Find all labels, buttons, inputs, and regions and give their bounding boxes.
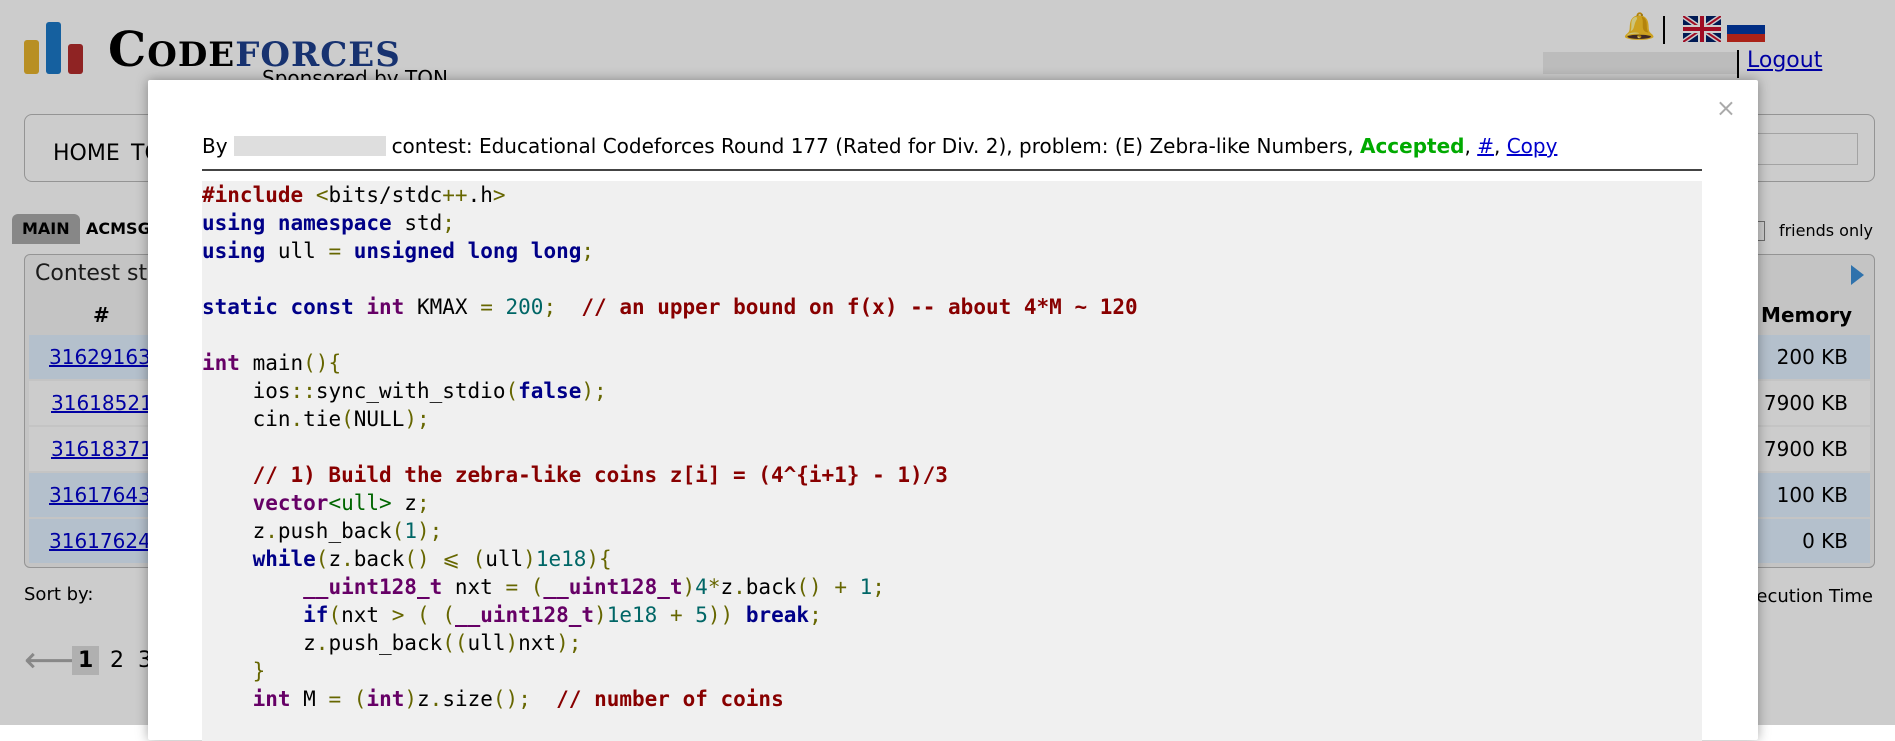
code-line-1: #include <bits/stdc++.h> [202,183,506,207]
code-line-14: while(z.back() ⩽ (ull)1e18){ [252,547,612,571]
code-line-13: z.push_back(1); [202,519,443,543]
code-line-2: using namespace std; [202,211,455,235]
code-line-8: ios::sync_with_stdio(false); [202,379,607,403]
code-line-5: static const int KMAX = 200; // an upper… [202,295,1138,319]
contest-info: contest: Educational Codeforces Round 17… [391,134,1354,158]
code-line-7: int main(){ [202,351,342,375]
code-line-19: int M = (int)z.size(); // number of coin… [252,687,784,711]
close-icon[interactable]: × [1716,94,1736,122]
code-line-12: vector<ull> z; [252,491,430,515]
author-redacted [233,136,386,156]
code-line-11: // 1) Build the zebra-like coins z[i] = … [252,463,948,487]
source-code-modal: × By contest: Educational Codeforces Roun… [148,80,1758,741]
code-block[interactable]: #include <bits/stdc++.h> using namespace… [202,181,1702,741]
code-line-15: __uint128_t nxt = (__uint128_t)4*z.back(… [303,575,885,599]
code-line-18: } [252,659,266,683]
code-line-3: using ull = unsigned long long; [202,239,595,263]
verdict-accepted: Accepted [1359,134,1465,158]
by-label: By [202,134,228,158]
divider [202,169,1702,171]
submission-header: By contest: Educational Codeforces Round … [202,134,1558,158]
code-line-9: cin.tie(NULL); [202,407,430,431]
code-line-17: z.push_back((ull)nxt); [202,631,582,655]
permalink[interactable]: # [1477,134,1494,158]
copy-link[interactable]: Copy [1507,134,1558,158]
code-line-16: if(nxt > ( (__uint128_t)1e18 + 5)) break… [303,603,822,627]
